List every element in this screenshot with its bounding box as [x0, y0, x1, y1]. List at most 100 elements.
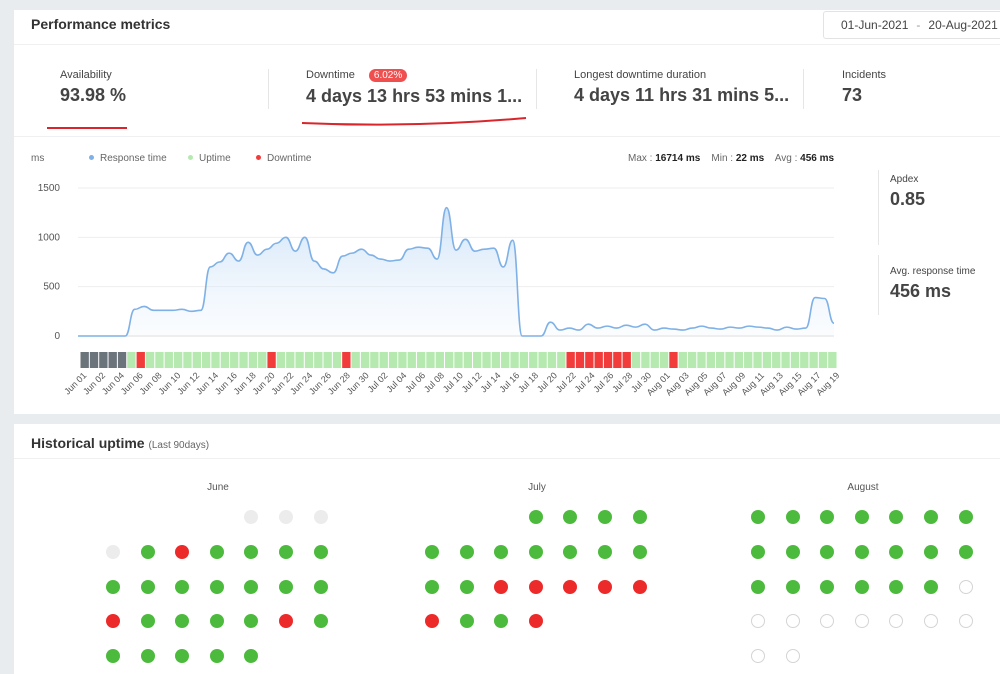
status-bar-up[interactable]	[473, 352, 482, 368]
status-bar-up[interactable]	[239, 352, 248, 368]
day-dot-up[interactable]	[425, 545, 439, 559]
status-bar-up[interactable]	[127, 352, 136, 368]
day-dot-up[interactable]	[175, 614, 190, 628]
day-dot-up[interactable]	[494, 545, 509, 559]
status-bar-up[interactable]	[230, 352, 239, 368]
day-dot-up[interactable]	[889, 580, 904, 594]
day-dot-up[interactable]	[632, 545, 647, 559]
status-bar-up[interactable]	[388, 352, 398, 368]
status-bar-up[interactable]	[510, 352, 519, 368]
status-bar-up[interactable]	[547, 352, 557, 368]
status-bar-down[interactable]	[566, 352, 575, 368]
status-bar-down[interactable]	[136, 352, 145, 368]
day-dot-up[interactable]	[209, 649, 224, 663]
status-bar-up[interactable]	[360, 352, 370, 368]
day-dot-up[interactable]	[854, 545, 869, 559]
status-bar-up[interactable]	[332, 352, 342, 368]
status-bar-up[interactable]	[772, 352, 781, 368]
day-dot-up[interactable]	[313, 614, 328, 628]
day-dot-up[interactable]	[598, 510, 612, 524]
status-bar-down[interactable]	[622, 352, 631, 368]
day-dot-future[interactable]	[924, 614, 938, 628]
status-bar-up[interactable]	[501, 352, 510, 368]
status-bar-up[interactable]	[173, 352, 183, 368]
status-bar-up[interactable]	[631, 352, 641, 368]
status-bar-down[interactable]	[267, 352, 276, 368]
day-dot-up[interactable]	[106, 649, 120, 663]
day-dot-up[interactable]	[924, 580, 938, 594]
status-bar-up[interactable]	[697, 352, 706, 368]
day-dot-up[interactable]	[140, 580, 155, 594]
day-dot-up[interactable]	[244, 614, 259, 628]
day-dot-up[interactable]	[785, 510, 800, 524]
day-dot-future[interactable]	[958, 580, 973, 594]
status-bar-up[interactable]	[295, 352, 304, 368]
day-dot-up[interactable]	[244, 649, 259, 663]
day-dot-down[interactable]	[528, 580, 543, 594]
day-dot-up[interactable]	[854, 510, 869, 524]
status-bar-up[interactable]	[790, 352, 800, 368]
status-bar-up[interactable]	[183, 352, 192, 368]
status-bar-up[interactable]	[379, 352, 388, 368]
day-dot-up[interactable]	[494, 614, 509, 628]
status-bar-up[interactable]	[519, 352, 529, 368]
status-bar-up[interactable]	[407, 352, 416, 368]
day-dot-down[interactable]	[528, 614, 543, 628]
status-bar-up[interactable]	[463, 352, 473, 368]
status-bar-up[interactable]	[398, 352, 407, 368]
status-bar-up[interactable]	[687, 352, 697, 368]
status-bar-up[interactable]	[220, 352, 230, 368]
status-bar-up[interactable]	[286, 352, 295, 368]
day-dot-up[interactable]	[106, 580, 120, 594]
status-bar-up[interactable]	[716, 352, 725, 368]
day-dot-down[interactable]	[425, 614, 439, 628]
status-bar-up[interactable]	[650, 352, 659, 368]
status-bar-nodata[interactable]	[108, 352, 117, 368]
day-dot-down[interactable]	[175, 545, 190, 559]
day-dot-future[interactable]	[820, 614, 835, 628]
day-dot-up[interactable]	[140, 649, 155, 663]
status-bar-up[interactable]	[258, 352, 267, 368]
day-dot-nodata[interactable]	[279, 510, 293, 524]
status-bar-up[interactable]	[248, 352, 258, 368]
status-bar-up[interactable]	[314, 352, 323, 368]
day-dot-future[interactable]	[889, 614, 904, 628]
status-bar-up[interactable]	[557, 352, 566, 368]
day-dot-up[interactable]	[209, 545, 224, 559]
status-bar-up[interactable]	[323, 352, 332, 368]
status-bar-up[interactable]	[641, 352, 650, 368]
status-bar-up[interactable]	[304, 352, 314, 368]
day-dot-up[interactable]	[820, 510, 835, 524]
day-dot-up[interactable]	[209, 580, 224, 594]
status-bar-up[interactable]	[659, 352, 669, 368]
day-dot-nodata[interactable]	[313, 510, 328, 524]
status-bar-down[interactable]	[594, 352, 603, 368]
day-dot-up[interactable]	[244, 545, 259, 559]
status-bar-up[interactable]	[435, 352, 444, 368]
day-dot-future[interactable]	[751, 649, 765, 663]
status-bar-up[interactable]	[164, 352, 173, 368]
day-dot-up[interactable]	[313, 580, 328, 594]
status-bar-up[interactable]	[444, 352, 454, 368]
day-dot-up[interactable]	[279, 545, 293, 559]
day-dot-up[interactable]	[209, 614, 224, 628]
day-dot-up[interactable]	[140, 545, 155, 559]
day-dot-up[interactable]	[528, 510, 543, 524]
status-bar-up[interactable]	[351, 352, 360, 368]
day-dot-up[interactable]	[598, 545, 612, 559]
day-dot-down[interactable]	[632, 580, 647, 594]
day-dot-up[interactable]	[751, 580, 765, 594]
day-dot-up[interactable]	[820, 545, 835, 559]
day-dot-up[interactable]	[563, 545, 578, 559]
day-dot-down[interactable]	[279, 614, 293, 628]
status-bar-up[interactable]	[744, 352, 753, 368]
status-bar-up[interactable]	[809, 352, 818, 368]
day-dot-up[interactable]	[751, 510, 765, 524]
day-dot-up[interactable]	[140, 614, 155, 628]
day-dot-up[interactable]	[751, 545, 765, 559]
day-dot-up[interactable]	[313, 545, 328, 559]
status-bar-up[interactable]	[538, 352, 547, 368]
day-dot-future[interactable]	[854, 614, 869, 628]
status-bar-up[interactable]	[454, 352, 463, 368]
day-dot-up[interactable]	[854, 580, 869, 594]
